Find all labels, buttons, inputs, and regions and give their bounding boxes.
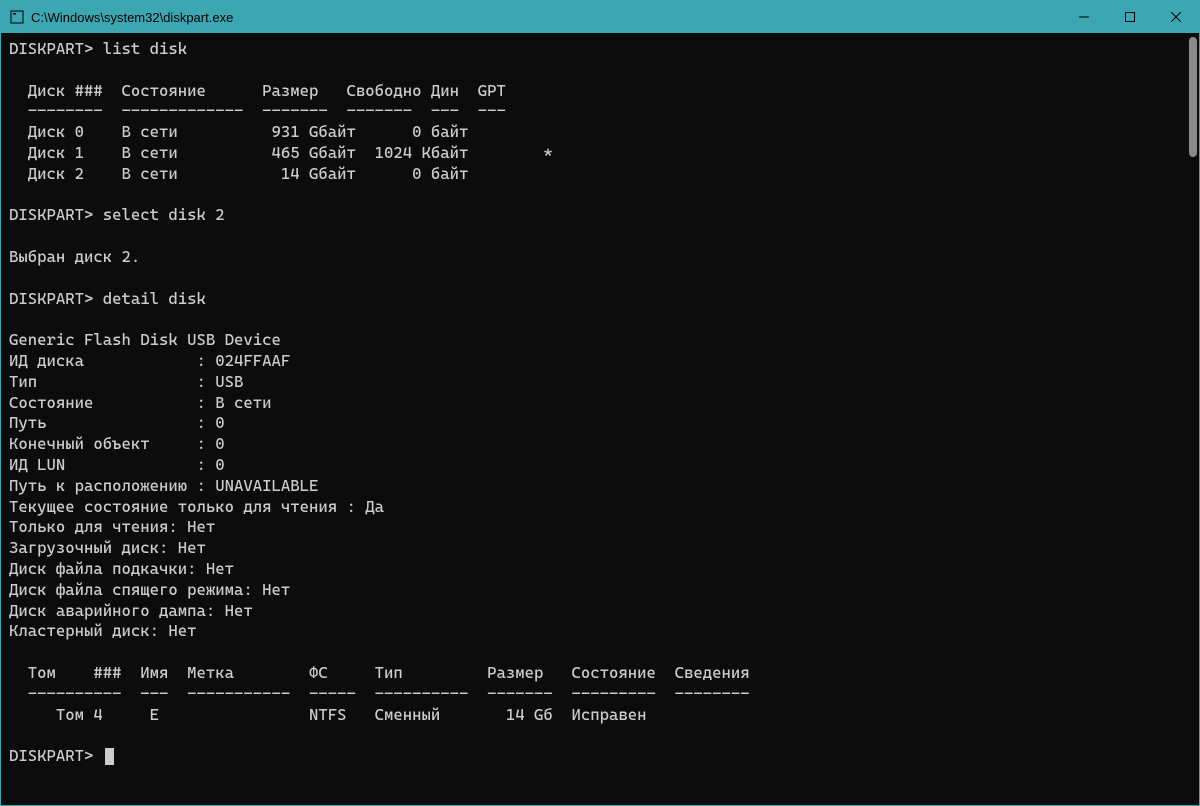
prompt-line: DISKPART> — [9, 746, 103, 765]
detail-line: Диск файла подкачки: Нет — [9, 559, 234, 578]
detail-line: ИД диска : 024FFAAF — [9, 351, 290, 370]
detail-line: Конечный объект : 0 — [9, 434, 225, 453]
detail-line: Диск аварийного дампа: Нет — [9, 601, 253, 620]
window: C:\Windows\system32\diskpart.exe DISKPAR… — [0, 0, 1200, 806]
detail-line: Кластерный диск: Нет — [9, 621, 197, 640]
disk-row: Диск 0 В сети 931 Gбайт 0 байт — [9, 122, 468, 141]
output-line: Выбран диск 2. — [9, 247, 140, 266]
detail-line: Состояние : В сети — [9, 393, 272, 412]
minimize-button[interactable] — [1061, 1, 1107, 33]
detail-line: Тип : USB — [9, 372, 243, 391]
window-title: C:\Windows\system32\diskpart.exe — [31, 10, 1061, 25]
detail-line: Диск файла спящего режима: Нет — [9, 580, 290, 599]
scrollbar[interactable] — [1189, 37, 1197, 157]
detail-line: Текущее состояние только для чтения : Да — [9, 497, 384, 516]
detail-line: Только для чтения: Нет — [9, 517, 215, 536]
prompt-line: DISKPART> select disk 2 — [9, 205, 225, 224]
app-icon — [9, 9, 25, 25]
titlebar[interactable]: C:\Windows\system32\diskpart.exe — [1, 1, 1199, 33]
disk-table-separator: -------- ------------- ------- ------- -… — [9, 101, 506, 120]
detail-line: Путь : 0 — [9, 413, 225, 432]
disk-row: Диск 1 В сети 465 Gбайт 1024 Kбайт * — [9, 143, 553, 162]
disk-row: Диск 2 В сети 14 Gбайт 0 байт — [9, 164, 468, 183]
cursor — [105, 748, 114, 765]
prompt-line: DISKPART> detail disk — [9, 289, 206, 308]
maximize-button[interactable] — [1107, 1, 1153, 33]
detail-line: ИД LUN : 0 — [9, 455, 225, 474]
detail-line: Путь к расположению : UNAVAILABLE — [9, 476, 318, 495]
detail-line: Generic Flash Disk USB Device — [9, 330, 281, 349]
disk-table-header: Диск ### Состояние Размер Свободно Дин G… — [9, 81, 506, 100]
volume-row: Том 4 E NTFS Сменный 14 Gб Исправен — [9, 705, 647, 724]
window-controls — [1061, 1, 1199, 33]
terminal[interactable]: DISKPART> list disk Диск ### Состояние Р… — [1, 33, 1199, 805]
detail-line: Загрузочный диск: Нет — [9, 538, 206, 557]
close-button[interactable] — [1153, 1, 1199, 33]
volume-table-separator: ---------- --- ----------- ----- -------… — [9, 684, 750, 703]
volume-table-header: Том ### Имя Метка ФС Тип Размер Состояни… — [9, 663, 750, 682]
prompt-line: DISKPART> list disk — [9, 39, 187, 58]
